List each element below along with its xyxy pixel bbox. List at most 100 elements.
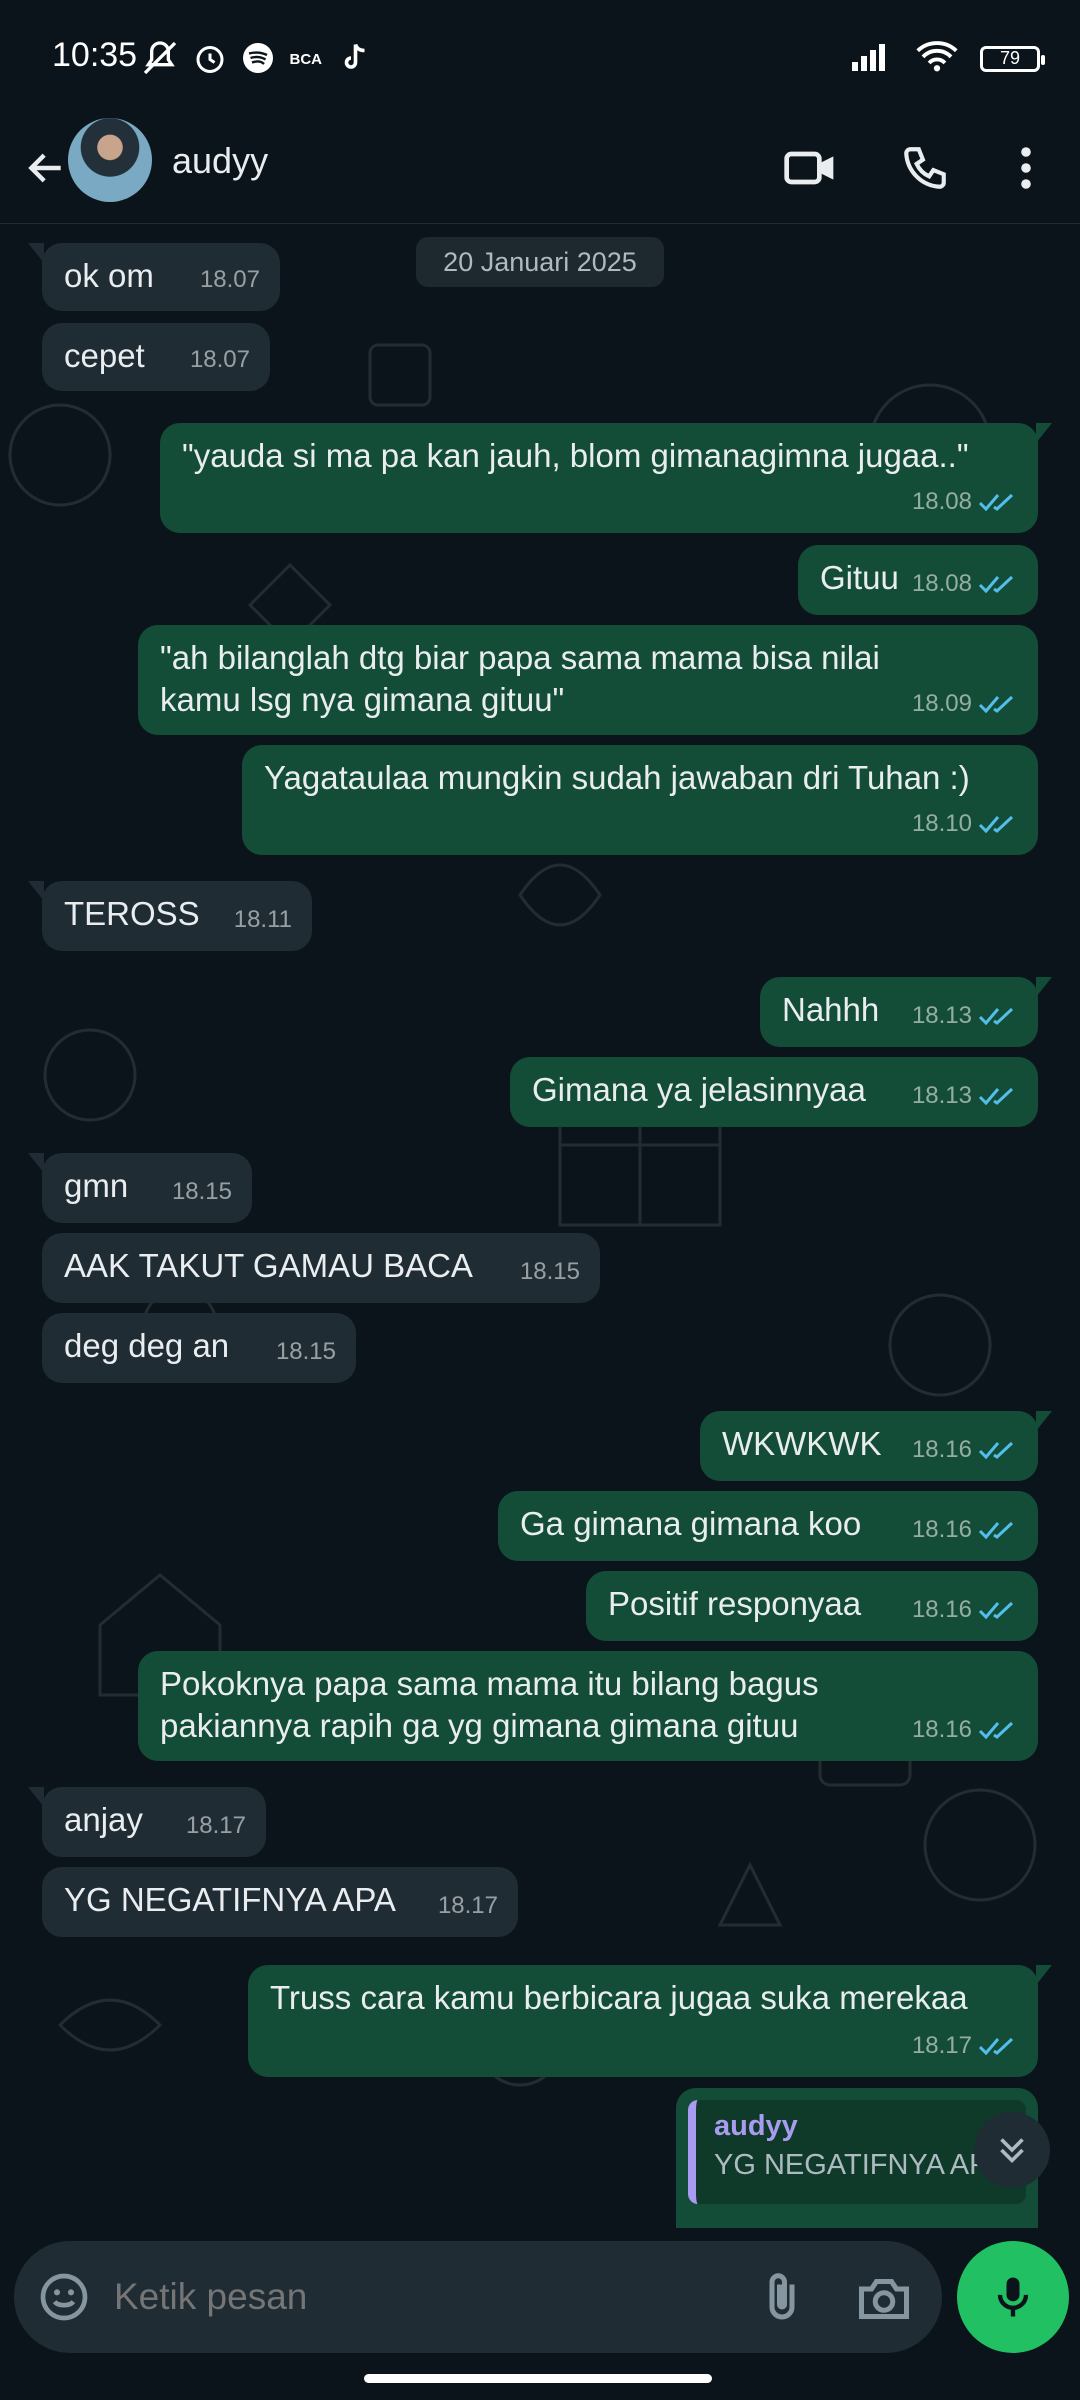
double-check-icon [978,575,1014,594]
message-outgoing[interactable]: WKWKWK 18.16 [700,1411,1052,1481]
message-meta: 18.10 [912,803,1018,845]
message-text: Ga gimana gimana koo [520,1505,862,1542]
message-time: 18.09 [911,690,972,717]
message-text: deg deg an [64,1327,230,1364]
emoji-button[interactable] [36,2269,92,2325]
message-time: 18.11 [233,906,292,933]
voice-call-icon [904,147,946,189]
message-meta: 18.16 [912,1429,1018,1471]
signal-icon [852,41,894,76]
chat-area[interactable]: 20 Januari 2025 ok om 18.07 cepet 18.07 … [0,225,1080,2235]
double-check-icon [978,1521,1014,1540]
double-check-icon [978,493,1014,512]
voice-call-button[interactable] [889,132,961,204]
double-check-icon [978,2037,1014,2056]
message-outgoing[interactable]: Ga gimana gimana koo 18.16 [498,1491,1038,1561]
mic-button[interactable] [957,2241,1069,2353]
message-incoming[interactable]: ok om 18.07 [28,243,280,311]
message-text: Yagataulaa mungkin sudah jawaban dri Tuh… [264,759,970,796]
message-time: 18.15 [275,1338,336,1365]
scroll-down-icon [1000,2138,1024,2164]
message-meta: 18.16 [912,1589,1018,1631]
quoted-text: YG NEGATIFNYA APA [714,2149,1006,2181]
mic-icon [997,2277,1029,2317]
message-input[interactable] [114,2271,734,2323]
tiktok-icon [336,40,372,81]
message-time: 18.17 [437,1892,498,1919]
message-text: Pokoknya papa sama mama itu bilang bagus… [160,1665,819,1744]
message-incoming[interactable]: deg deg an 18.15 [42,1313,356,1383]
message-time: 18.08 [911,570,972,597]
message-time: 18.07 [189,346,250,373]
double-check-icon [978,1087,1014,1106]
emoji-icon [40,2273,88,2321]
message-time: 18.08 [911,488,972,515]
message-meta: 18.09 [912,683,1018,725]
gesture-nav-bar[interactable] [364,2374,712,2383]
double-check-icon [978,695,1014,714]
camera-icon [859,2279,909,2319]
message-text: cepet [64,337,145,374]
message-time: 18.07 [199,266,260,293]
alarm-icon [192,40,228,81]
message-text: YG NEGATIFNYA APA [64,1881,396,1918]
message-incoming[interactable]: AAK TAKUT GAMAU BACA 18.15 [42,1233,600,1303]
message-text: gmn [64,1167,129,1204]
contact-name[interactable]: audyy [172,140,268,182]
avatar[interactable] [68,118,152,202]
message-time: 18.15 [519,1258,580,1285]
message-input-bar[interactable] [14,2241,942,2353]
video-call-button[interactable] [774,132,846,204]
message-time: 18.17 [911,2032,972,2059]
message-outgoing[interactable]: Positif responyaa 18.16 [586,1571,1038,1641]
battery-icon: 79 [980,45,1045,72]
video-call-icon [784,151,834,185]
message-meta: 18.13 [912,995,1018,1037]
message-time: 18.10 [911,810,972,837]
message-time: 18.17 [185,1812,246,1839]
notification-icons: BCA [140,38,372,83]
quoted-sender: audyy [714,2110,798,2142]
message-meta: 18.08 [912,563,1018,605]
message-text: "ah bilanglah dtg biar papa sama mama bi… [160,639,880,718]
double-check-icon [978,1601,1014,1620]
message-outgoing[interactable]: Yagataulaa mungkin sudah jawaban dri Tuh… [242,745,1038,855]
message-outgoing[interactable]: Gituu 18.08 [798,545,1038,615]
message-meta: 18.16 [912,1509,1018,1551]
message-time: 18.16 [911,1516,972,1543]
message-time: 18.13 [911,1082,972,1109]
double-check-icon [978,1441,1014,1460]
date-chip: 20 Januari 2025 [416,237,664,287]
battery-level: 79 [999,48,1021,68]
message-outgoing[interactable]: "ah bilanglah dtg biar papa sama mama bi… [138,625,1038,735]
message-text: WKWKWK [722,1425,882,1462]
message-outgoing[interactable]: "yauda si ma pa kan jauh, blom gimanagim… [160,423,1052,533]
message-text: Gituu [820,559,899,596]
system-icons: 79 [852,40,1045,77]
message-incoming[interactable]: anjay 18.17 [28,1787,266,1857]
message-outgoing[interactable]: Pokoknya papa sama mama itu bilang bagus… [138,1651,1038,1761]
wifi-icon [916,40,958,77]
message-outgoing[interactable]: Gimana ya jelasinnyaa 18.13 [510,1057,1038,1127]
double-check-icon [978,815,1014,834]
message-incoming[interactable]: TEROSS 18.11 [28,881,312,951]
attach-button[interactable] [752,2267,812,2327]
more-options-button[interactable] [990,132,1062,204]
message-outgoing[interactable]: Truss cara kamu berbicara jugaa suka mer… [248,1965,1052,2077]
message-text: Gimana ya jelasinnyaa [532,1071,866,1108]
status-time: 10:35 [52,36,138,74]
message-outgoing[interactable]: Nahhh 18.13 [760,977,1052,1047]
back-icon [28,153,61,183]
message-text: anjay [64,1801,143,1838]
message-time: 18.13 [911,1002,972,1029]
message-incoming[interactable]: cepet 18.07 [42,323,270,391]
bca-icon: BCA [288,40,324,81]
message-incoming[interactable]: gmn 18.15 [28,1153,252,1223]
scroll-down-button[interactable] [974,2112,1050,2188]
message-time: 18.16 [911,1596,972,1623]
message-text: Nahhh [782,991,880,1028]
message-incoming[interactable]: YG NEGATIFNYA APA 18.17 [42,1867,518,1937]
camera-button[interactable] [854,2269,914,2329]
message-meta: 18.13 [912,1075,1018,1117]
message-time: 18.16 [911,1716,972,1743]
